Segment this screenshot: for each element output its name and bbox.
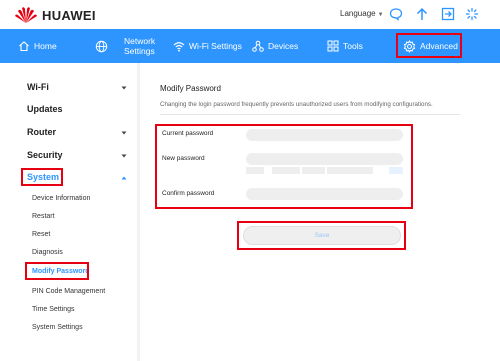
nav-wifi-label: Wi-Fi Settings bbox=[189, 41, 242, 51]
logout-icon[interactable] bbox=[441, 7, 455, 21]
sidebar-sub-system-settings[interactable]: System Settings bbox=[32, 324, 83, 331]
chevron-down-icon bbox=[121, 86, 127, 90]
devices-icon bbox=[252, 40, 264, 52]
huawei-logo-icon bbox=[15, 7, 37, 23]
nav-network-label-line2: Settings bbox=[124, 46, 155, 56]
current-password-label: Current password bbox=[162, 130, 214, 137]
new-password-input[interactable] bbox=[246, 153, 403, 165]
sidebar-item-router[interactable]: Router bbox=[27, 127, 56, 137]
sidebar-sub-pin-code-management[interactable]: PIN Code Management bbox=[32, 288, 105, 295]
sidebar-sub-restart[interactable]: Restart bbox=[32, 213, 55, 220]
sidebar-item-security[interactable]: Security bbox=[27, 150, 63, 160]
top-bar: HUAWEI Language ▼ bbox=[0, 0, 500, 29]
home-icon bbox=[19, 41, 29, 52]
sidebar-sub-reset[interactable]: Reset bbox=[32, 231, 50, 238]
nav-tools-label: Tools bbox=[343, 41, 363, 51]
sidebar bbox=[0, 63, 137, 361]
nav-home[interactable]: Home bbox=[18, 29, 57, 63]
brand-name: HUAWEI bbox=[42, 8, 96, 23]
sidebar-sub-device-information[interactable]: Device Information bbox=[32, 195, 90, 202]
nav-network-label-line1: Network bbox=[124, 36, 156, 46]
sidebar-sub-time-settings[interactable]: Time Settings bbox=[32, 306, 75, 313]
advanced-highlight-box bbox=[396, 33, 462, 58]
nav-network-settings[interactable]: Network Settings bbox=[124, 29, 155, 63]
strength-gap bbox=[265, 167, 270, 174]
strength-segment bbox=[389, 167, 403, 174]
sidebar-sub-diagnosis[interactable]: Diagnosis bbox=[32, 249, 63, 256]
language-selector[interactable]: Language ▼ bbox=[340, 9, 384, 18]
confirm-password-input[interactable] bbox=[246, 188, 403, 200]
chevron-down-icon bbox=[121, 154, 127, 158]
wifi-icon bbox=[173, 41, 185, 52]
current-password-input[interactable] bbox=[246, 129, 403, 141]
sidebar-item-updates[interactable]: Updates bbox=[27, 104, 63, 114]
globe-icon-wrap bbox=[95, 29, 112, 63]
strength-segment bbox=[301, 167, 326, 174]
new-password-label: New password bbox=[162, 155, 205, 162]
nav-home-label: Home bbox=[34, 41, 57, 51]
password-strength-bar bbox=[246, 167, 403, 174]
save-button[interactable]: Save bbox=[243, 226, 401, 245]
caret-down-icon: ▼ bbox=[377, 12, 384, 18]
strength-segment bbox=[246, 167, 264, 174]
sidebar-item-wifi[interactable]: Wi-Fi bbox=[27, 82, 49, 92]
chevron-up-icon bbox=[121, 176, 127, 180]
nav-devices-label: Devices bbox=[268, 41, 299, 51]
page-description: Changing the login password frequently p… bbox=[160, 101, 433, 108]
system-highlight-box bbox=[21, 168, 63, 186]
chevron-down-icon bbox=[121, 131, 127, 135]
nav-wifi-settings[interactable]: Wi-Fi Settings bbox=[173, 29, 242, 63]
strength-segment bbox=[271, 167, 300, 174]
globe-icon bbox=[95, 40, 108, 52]
chat-icon[interactable] bbox=[389, 7, 403, 21]
nav-devices[interactable]: Devices bbox=[252, 29, 298, 63]
upload-arrow-icon[interactable] bbox=[415, 7, 429, 21]
confirm-password-label: Confirm password bbox=[162, 190, 215, 197]
page-title: Modify Password bbox=[160, 84, 221, 93]
router-admin-app: HUAWEI Language ▼ Home Network Settings … bbox=[0, 0, 500, 361]
language-label: Language bbox=[340, 9, 376, 18]
strength-gap bbox=[375, 167, 388, 174]
divider bbox=[160, 114, 460, 115]
loading-icon bbox=[465, 7, 479, 21]
strength-segment bbox=[327, 167, 374, 174]
tools-grid-icon bbox=[327, 40, 339, 52]
modify-password-highlight-box bbox=[25, 262, 89, 280]
nav-tools[interactable]: Tools bbox=[327, 29, 363, 63]
